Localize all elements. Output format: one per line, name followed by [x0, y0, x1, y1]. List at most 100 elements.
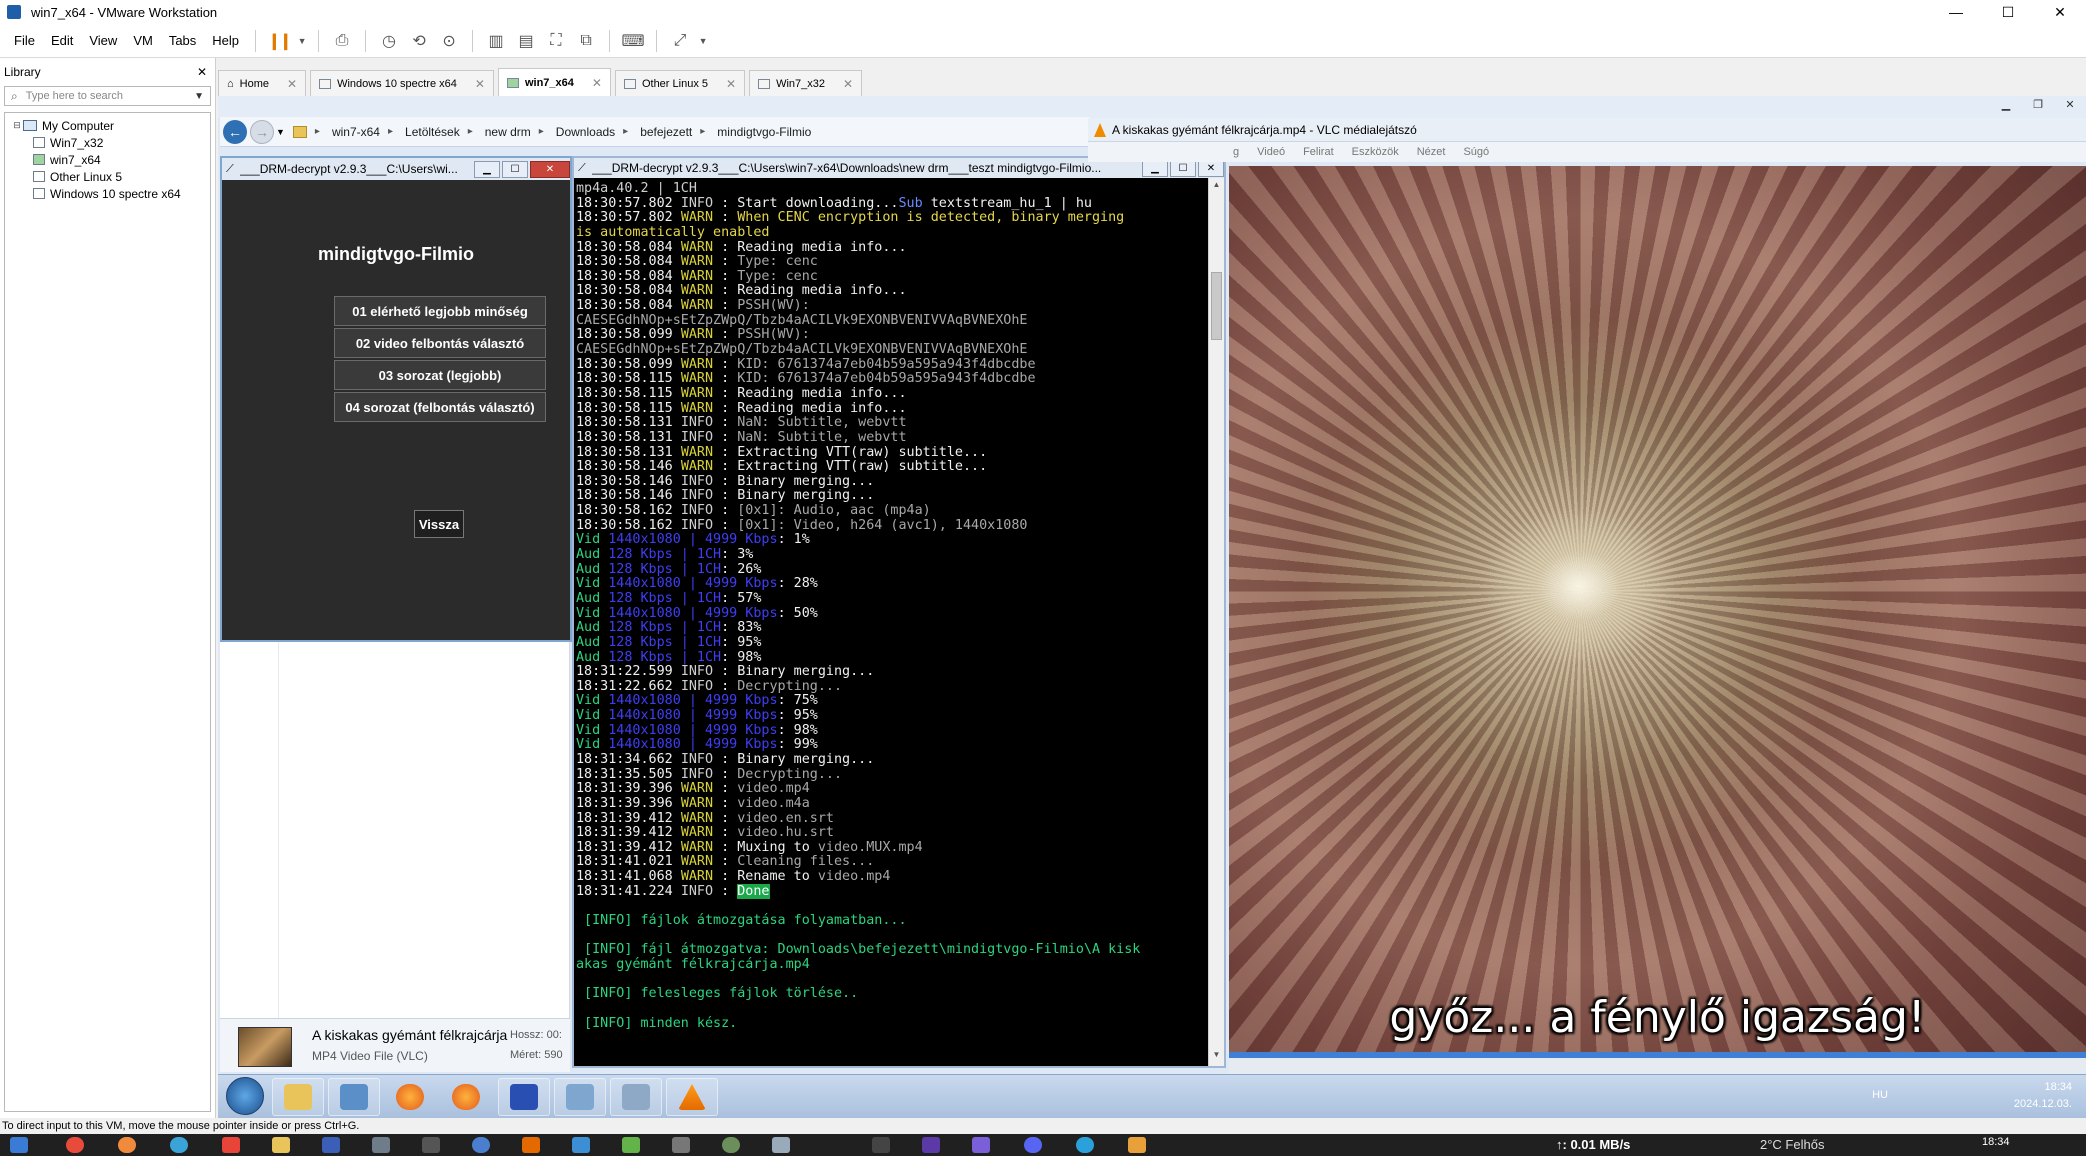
vmware-icon[interactable] [572, 1137, 590, 1153]
weather-widget[interactable]: 2°C Felhős [1760, 1137, 1824, 1152]
show-library-icon[interactable]: ▥ [483, 29, 509, 53]
close-icon[interactable]: ✕ [287, 77, 297, 91]
tab-win7-x32[interactable]: Win7_x32 ✕ [749, 70, 863, 96]
chevron-down-icon[interactable]: ▼ [276, 127, 285, 137]
chrome-icon[interactable] [66, 1137, 84, 1153]
tab-home[interactable]: ⌂ Home ✕ [218, 70, 307, 96]
app-icon[interactable] [222, 1137, 240, 1153]
vlc-menu-item[interactable]: Súgó [1463, 146, 1489, 158]
close-icon[interactable]: ✕ [843, 77, 853, 91]
taskbar-drm-app[interactable] [498, 1078, 550, 1116]
snapshot-manager-icon[interactable]: ⊙ [436, 29, 462, 53]
taskbar-cmd[interactable] [554, 1078, 606, 1116]
discord-icon[interactable] [1024, 1137, 1042, 1153]
taskbar-downloads[interactable] [610, 1078, 662, 1116]
breadcrumb-item[interactable]: new drm [485, 125, 531, 139]
tree-item-vm[interactable]: win7_x64 [5, 151, 210, 168]
chevron-down-icon[interactable]: ▼ [194, 91, 204, 102]
send-ctrl-alt-del-icon[interactable]: ⎙ [329, 29, 355, 53]
terminal-icon[interactable] [422, 1137, 440, 1153]
media-icon[interactable] [672, 1137, 690, 1153]
video-frame[interactable]: győz... a fénylő igazság! [1229, 166, 2086, 1052]
taskbar-firefox-2[interactable] [440, 1078, 492, 1116]
menu-tabs[interactable]: Tabs [161, 33, 204, 48]
tree-item-my-computer[interactable]: ⊟ My Computer [5, 117, 210, 134]
stretch-guest-icon[interactable]: ⤢ [667, 29, 693, 53]
tree-item-vm[interactable]: Windows 10 spectre x64 [5, 185, 210, 202]
minimize-button[interactable]: ▁ [474, 160, 500, 178]
save-icon[interactable] [322, 1137, 340, 1153]
vlc-menu-item[interactable]: Nézet [1417, 146, 1446, 158]
menu-vm[interactable]: VM [125, 33, 161, 48]
collapse-icon[interactable]: ⊟ [11, 120, 23, 131]
firefox-icon[interactable] [118, 1137, 136, 1153]
taskbar-vlc[interactable] [666, 1078, 718, 1116]
host-clock[interactable]: 18:34 [1982, 1136, 2010, 1148]
tab-win7-x64[interactable]: win7_x64 ✕ [497, 68, 611, 96]
library-search-input[interactable]: ⌕ Type here to search ▼ [4, 86, 211, 106]
breadcrumb-item[interactable]: Downloads [556, 125, 615, 139]
minimize-button[interactable]: — [1930, 0, 1982, 24]
snapshot-icon[interactable]: ◷ [376, 29, 402, 53]
vlc-cone-icon[interactable] [522, 1137, 540, 1153]
revert-snapshot-icon[interactable]: ⟲ [406, 29, 432, 53]
windows-start-icon[interactable] [10, 1137, 28, 1153]
restore-icon[interactable]: ❐ [2022, 98, 2054, 114]
taskbar-control-panel[interactable] [328, 1078, 380, 1116]
tab-other-linux[interactable]: Other Linux 5 ✕ [614, 70, 746, 96]
taskbar-firefox[interactable] [384, 1078, 436, 1116]
maximize-button[interactable]: ☐ [1982, 0, 2034, 24]
chevron-down-icon[interactable]: ▼ [296, 29, 308, 53]
taskbar-explorer[interactable] [272, 1078, 324, 1116]
folder-icon[interactable] [272, 1137, 290, 1153]
forward-arrow-icon[interactable]: → [250, 119, 274, 144]
chevron-down-icon[interactable]: ▼ [697, 29, 709, 53]
notepad-icon[interactable] [622, 1137, 640, 1153]
vlc-menu-item[interactable]: Videó [1257, 146, 1285, 158]
close-button[interactable]: ✕ [2034, 0, 2086, 24]
app-icon[interactable] [872, 1137, 890, 1153]
menu-file[interactable]: File [6, 33, 43, 48]
back-arrow-icon[interactable]: ← [223, 119, 247, 144]
calculator-icon[interactable] [372, 1137, 390, 1153]
tree-item-vm[interactable]: Win7_x32 [5, 134, 210, 151]
breadcrumb-item[interactable]: befejezett [640, 125, 692, 139]
menu-help[interactable]: Help [204, 33, 247, 48]
vlc-menu-item[interactable]: Felirat [1303, 146, 1334, 158]
close-button[interactable]: ✕ [530, 160, 570, 178]
app-icon[interactable] [772, 1137, 790, 1153]
breadcrumb-item[interactable]: win7-x64 [332, 125, 380, 139]
full-screen-icon[interactable]: ⛶ [543, 29, 569, 53]
language-indicator[interactable]: HU [1872, 1089, 1888, 1101]
app-icon[interactable] [722, 1137, 740, 1153]
pause-icon[interactable]: ❙❙ [266, 29, 293, 53]
vlc-menu-item[interactable]: Eszközök [1352, 146, 1399, 158]
option-series-best-button[interactable]: 03 sorozat (legjobb) [334, 360, 546, 390]
vlc-menu-item[interactable]: g [1233, 146, 1239, 158]
tree-item-vm[interactable]: Other Linux 5 [5, 168, 210, 185]
minimize-icon[interactable]: ▁ [1990, 98, 2022, 114]
close-icon[interactable]: ✕ [592, 76, 602, 90]
library-close-icon[interactable]: ✕ [197, 65, 207, 79]
edge-icon[interactable] [170, 1137, 188, 1153]
start-orb-icon[interactable] [226, 1077, 264, 1115]
visual-studio-icon[interactable] [922, 1137, 940, 1153]
network-icon[interactable] [472, 1137, 490, 1153]
close-icon[interactable]: ✕ [2054, 98, 2086, 114]
explorer-content[interactable] [220, 640, 570, 1020]
breadcrumb-item[interactable]: mindigtvgo-Filmio [717, 125, 811, 139]
telegram-icon[interactable] [1076, 1137, 1094, 1153]
close-icon[interactable]: ✕ [726, 77, 736, 91]
app-icon[interactable] [972, 1137, 990, 1153]
show-thumbnail-bar-icon[interactable]: ▤ [513, 29, 539, 53]
option-series-resolution-button[interactable]: 04 sorozat (felbontás választó) [334, 392, 546, 422]
close-icon[interactable]: ✕ [475, 77, 485, 91]
unity-icon[interactable]: ⧉ [573, 29, 599, 53]
menu-view[interactable]: View [81, 33, 125, 48]
option-resolution-select-button[interactable]: 02 video felbontás választó [334, 328, 546, 358]
breadcrumb-item[interactable]: Letöltések [405, 125, 460, 139]
tab-windows10-spectre[interactable]: Windows 10 spectre x64 ✕ [310, 70, 494, 96]
back-button[interactable]: Vissza [414, 510, 464, 538]
app-icon[interactable] [1128, 1137, 1146, 1153]
maximize-button[interactable]: ☐ [502, 160, 528, 178]
